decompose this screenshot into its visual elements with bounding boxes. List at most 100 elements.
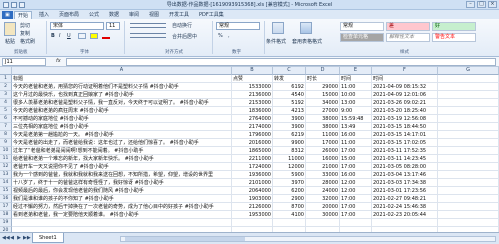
table-cell[interactable]: 2021-03-04 13:17:46 (372, 171, 438, 179)
table-format-icon[interactable] (300, 22, 312, 34)
table-cell[interactable]: 27000 (306, 107, 340, 115)
table-cell[interactable] (438, 179, 499, 187)
column-header-g[interactable]: G (438, 67, 499, 75)
table-cell[interactable]: 今天的老爸和老弟，用猜您的行动证明着他们不是塑料父子情 #抖音小助手 (12, 83, 232, 91)
table-cell[interactable]: 8312 (273, 147, 306, 155)
row-header[interactable]: 19 (0, 219, 12, 227)
table-cell[interactable]: 38000 (306, 115, 340, 123)
fx-icon[interactable]: fx (56, 58, 61, 64)
table-cell[interactable]: 1903000 (232, 195, 273, 203)
table-cell[interactable]: 17:00 (340, 147, 372, 155)
copy-button[interactable]: 复制 (20, 30, 30, 37)
table-cell[interactable]: 2016000 (232, 139, 273, 147)
row-header[interactable]: 10 (0, 147, 12, 155)
table-cell[interactable]: 2021-02-27 09:48:21 (372, 195, 438, 203)
borders-icon[interactable] (78, 33, 86, 39)
horizontal-scrollbar[interactable] (120, 236, 496, 242)
table-cell[interactable]: 11:00 (340, 139, 372, 147)
table-cell[interactable] (438, 163, 499, 171)
table-cell[interactable] (273, 219, 306, 227)
table-cell[interactable]: 2021-04-09 08:15:32 (372, 83, 438, 91)
row-header[interactable]: 13 (0, 171, 12, 179)
row-header[interactable]: 7 (0, 123, 12, 131)
table-cell[interactable]: 17:00 (340, 163, 372, 171)
table-cell[interactable]: 16:00 (340, 131, 372, 139)
style-normal[interactable]: 常规 (340, 22, 384, 31)
row-header[interactable]: 9 (0, 139, 12, 147)
table-cell[interactable]: 13:00 (340, 99, 372, 107)
number-format-select[interactable]: 常规 (216, 22, 260, 30)
table-cell[interactable] (438, 139, 499, 147)
table-cell[interactable]: 这个月过的最快乐，也找到真正回娘家了 #抖音小助手 (12, 91, 232, 99)
header-cell[interactable]: 时间 (372, 75, 438, 83)
table-cell[interactable]: 今天是老爸的出走了，而老爸给我说：这年也过了，还给他们惊喜了。 #抖音小助手 (12, 139, 232, 147)
table-cell[interactable]: 2021-02-24 15:46:38 (372, 203, 438, 211)
table-cell[interactable]: 2021-03-15 14:17:01 (372, 131, 438, 139)
maximize-button[interactable]: □ (477, 1, 486, 8)
close-button[interactable]: × (488, 1, 497, 8)
table-cell[interactable] (438, 155, 499, 163)
table-cell[interactable]: 视频最后的最后，你会发现他老爸的我们随风 #抖音小助手 (12, 187, 232, 195)
table-cell[interactable] (438, 91, 499, 99)
table-cell[interactable] (438, 99, 499, 107)
align-top-icon[interactable] (130, 23, 166, 28)
tab-view[interactable]: 视图 (146, 11, 162, 19)
name-box[interactable]: J11 (2, 58, 46, 66)
table-cell[interactable] (438, 171, 499, 179)
table-cell[interactable]: 1836000 (232, 107, 273, 115)
row-header[interactable]: 4 (0, 99, 12, 107)
format-painter-button[interactable]: 格式刷 (20, 38, 35, 45)
italic-button[interactable]: I (59, 33, 60, 39)
table-cell[interactable]: 8700 (273, 203, 306, 211)
column-header-f[interactable]: F (372, 67, 438, 75)
table-cell[interactable]: 2021-03-15 17:02:05 (372, 139, 438, 147)
column-header-e[interactable]: E (340, 67, 372, 75)
sheet-tab[interactable]: Sheet1 (32, 233, 64, 243)
table-cell[interactable]: 15:59:48 (340, 115, 372, 123)
table-cell[interactable]: 今天的老爸和老弟的疯狂周末 #抖音小助手 (12, 107, 232, 115)
paste-icon[interactable] (4, 22, 16, 36)
table-cell[interactable]: 11:00 (340, 83, 372, 91)
next-sheet-button[interactable]: ▶ (16, 235, 22, 242)
table-cell[interactable]: 过年了“老爸和老弟是闹闹啊!想到不能闹着。 #抖音小助手 (12, 147, 232, 155)
table-cell[interactable]: 1724000 (232, 163, 273, 171)
row-header[interactable]: 17 (0, 203, 12, 211)
table-cell[interactable]: 今天是老弟第一趟尴尬的一天。 #抖音小助手 (12, 131, 232, 139)
table-cell[interactable] (438, 187, 499, 195)
table-cell[interactable]: 1796000 (232, 131, 273, 139)
table-cell[interactable]: 2021-03-05 08:28:00 (372, 163, 438, 171)
table-cell[interactable]: 老爸开车一天又说把你不见了 #抖音小助手 (12, 163, 232, 171)
row-header[interactable]: 16 (0, 195, 12, 203)
table-cell[interactable]: 12000 (273, 163, 306, 171)
bold-button[interactable]: B (51, 33, 55, 39)
row-header[interactable]: 12 (0, 163, 12, 171)
table-cell[interactable]: 2021-03-01 17:23:56 (372, 187, 438, 195)
table-cell[interactable]: 2021-03-03 17:34:38 (372, 179, 438, 187)
row-header[interactable]: 15 (0, 187, 12, 195)
table-cell[interactable]: 2021-03-11 17:52:35 (372, 147, 438, 155)
table-cell[interactable] (438, 195, 499, 203)
header-cell[interactable]: 点赞 (232, 75, 273, 83)
table-cell[interactable]: 12:00 (340, 187, 372, 195)
table-cell[interactable]: 17:00 (340, 203, 372, 211)
comma-button[interactable]: , (228, 33, 230, 39)
table-cell[interactable]: 28000 (306, 179, 340, 187)
table-cell[interactable]: 2136000 (232, 91, 273, 99)
table-cell[interactable] (438, 211, 499, 219)
table-cell[interactable]: 2021-04-09 12:01:06 (372, 91, 438, 99)
table-cell[interactable]: 6219 (273, 131, 306, 139)
style-warning[interactable]: 警告文本 (432, 33, 476, 42)
table-cell[interactable] (438, 83, 499, 91)
conditional-format-button[interactable]: 条件格式 (266, 38, 286, 45)
merge-center-button[interactable]: 合并后居中 (172, 33, 197, 40)
table-cell[interactable]: 24000 (306, 187, 340, 195)
tab-home[interactable]: 开始 (14, 11, 33, 19)
style-good[interactable]: 好 (432, 22, 476, 31)
table-cell[interactable]: 2764000 (232, 115, 273, 123)
table-cell[interactable]: 20000 (306, 203, 340, 211)
style-explanatory[interactable]: 解释性文本 (386, 33, 430, 42)
font-color-icon[interactable] (102, 33, 110, 39)
row-header[interactable]: 18 (0, 211, 12, 219)
table-cell[interactable]: 经过不懈的努力，然后干掉换在了一次老爸的奇势，成为了他心目中的好孩子 #抖音小助… (12, 203, 232, 211)
table-cell[interactable]: 2021-02-23 20:05:44 (372, 211, 438, 219)
